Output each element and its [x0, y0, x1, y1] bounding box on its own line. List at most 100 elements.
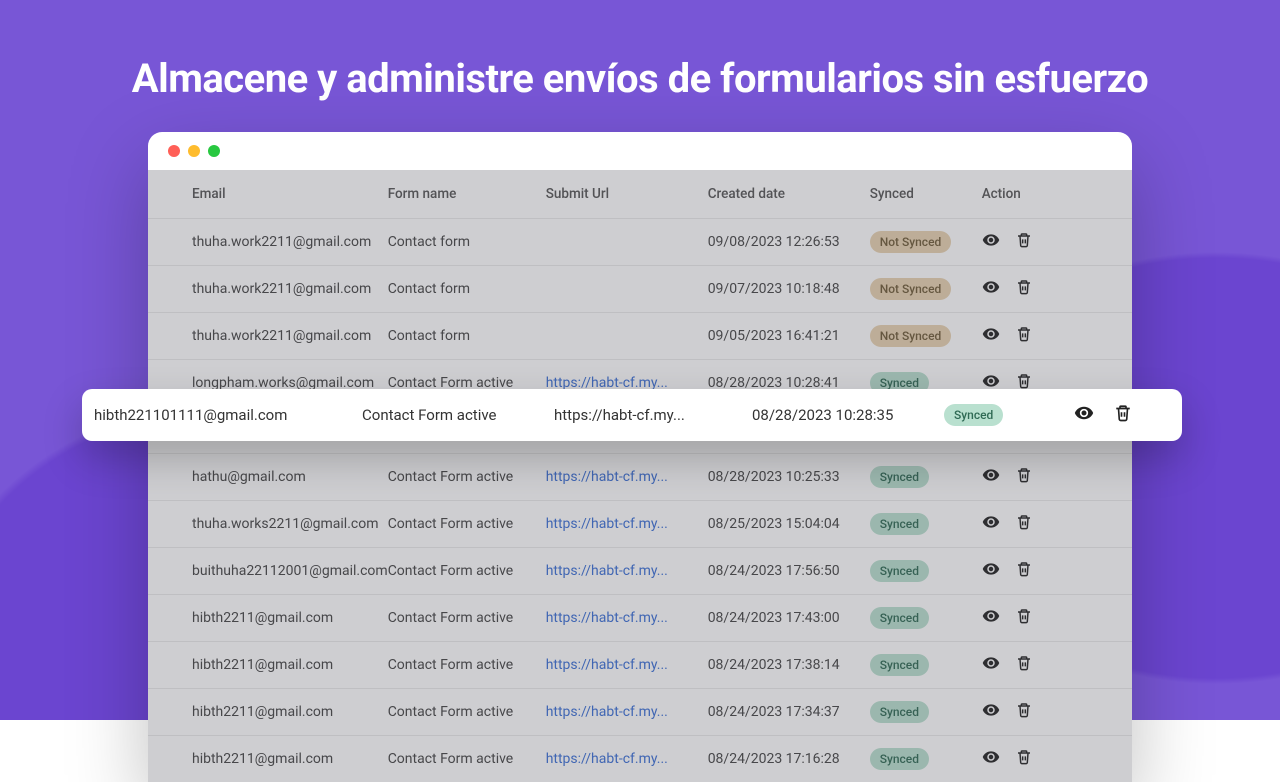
submit-url-link[interactable]: https://habt-cf.my...	[546, 469, 668, 485]
cell-email: hibth2211@gmail.com	[148, 642, 388, 689]
cell-form: Contact Form active	[388, 595, 546, 642]
cell-url	[546, 219, 708, 266]
view-icon[interactable]	[982, 231, 1000, 253]
cell-synced: Not Synced	[870, 219, 982, 266]
synced-badge: Synced	[870, 748, 929, 770]
cell-email: hibth2211@gmail.com	[148, 595, 388, 642]
view-icon[interactable]	[982, 325, 1000, 347]
delete-icon[interactable]	[1016, 467, 1032, 487]
delete-icon[interactable]	[1016, 655, 1032, 675]
col-url: Submit Url	[546, 170, 708, 219]
highlighted-row[interactable]: hibth221101111@gmail.com Contact Form ac…	[82, 389, 1182, 441]
highlighted-url[interactable]: https://habt-cf.my...	[554, 406, 752, 424]
cell-form: Contact Form active	[388, 548, 546, 595]
delete-icon[interactable]	[1016, 326, 1032, 346]
delete-icon[interactable]	[1016, 279, 1032, 299]
cell-date: 08/24/2023 17:38:14	[708, 642, 870, 689]
synced-badge: Synced	[870, 654, 929, 676]
delete-icon[interactable]	[1016, 702, 1032, 722]
table-row[interactable]: hathu@gmail.com Contact Form active http…	[148, 454, 1132, 501]
view-icon[interactable]	[1074, 403, 1094, 427]
cell-date: 09/05/2023 16:41:21	[708, 313, 870, 360]
cell-actions	[982, 219, 1132, 266]
table-header-row: Email Form name Submit Url Created date …	[148, 170, 1132, 219]
table-row[interactable]: thuha.work2211@gmail.com Contact form 09…	[148, 313, 1132, 360]
submit-url-link[interactable]: https://habt-cf.my...	[546, 610, 668, 626]
cell-synced: Synced	[870, 689, 982, 736]
cell-synced: Synced	[870, 595, 982, 642]
highlighted-email: hibth221101111@gmail.com	[82, 406, 362, 424]
cell-date: 08/24/2023 17:43:00	[708, 595, 870, 642]
delete-icon[interactable]	[1016, 561, 1032, 581]
cell-synced: Synced	[870, 548, 982, 595]
cell-actions	[982, 501, 1132, 548]
cell-date: 09/07/2023 10:18:48	[708, 266, 870, 313]
cell-email: thuha.work2211@gmail.com	[148, 219, 388, 266]
cell-email: thuha.work2211@gmail.com	[148, 313, 388, 360]
col-action: Action	[982, 170, 1132, 219]
col-email: Email	[148, 170, 388, 219]
cell-url: https://habt-cf.my...	[546, 736, 708, 782]
window-titlebar	[148, 132, 1132, 170]
view-icon[interactable]	[982, 466, 1000, 488]
view-icon[interactable]	[982, 748, 1000, 770]
delete-icon[interactable]	[1016, 749, 1032, 769]
delete-icon[interactable]	[1016, 608, 1032, 628]
window-minimize-dot[interactable]	[188, 145, 200, 157]
cell-url: https://habt-cf.my...	[546, 548, 708, 595]
cell-form: Contact form	[388, 266, 546, 313]
submit-url-link[interactable]: https://habt-cf.my...	[546, 704, 668, 720]
delete-icon[interactable]	[1114, 404, 1132, 426]
cell-actions	[982, 595, 1132, 642]
not-synced-badge: Not Synced	[870, 231, 952, 253]
table-row[interactable]: buithuha22112001@gmail.com Contact Form …	[148, 548, 1132, 595]
cell-synced: Synced	[870, 736, 982, 782]
cell-date: 08/28/2023 10:25:33	[708, 454, 870, 501]
table-row[interactable]: hibth2211@gmail.com Contact Form active …	[148, 689, 1132, 736]
view-icon[interactable]	[982, 560, 1000, 582]
cell-actions	[982, 689, 1132, 736]
synced-badge: Synced	[870, 560, 929, 582]
submit-url-link[interactable]: https://habt-cf.my...	[546, 563, 668, 579]
cell-synced: Synced	[870, 501, 982, 548]
cell-url	[546, 266, 708, 313]
cell-url: https://habt-cf.my...	[546, 642, 708, 689]
cell-form: Contact Form active	[388, 501, 546, 548]
window-maximize-dot[interactable]	[208, 145, 220, 157]
submit-url-link[interactable]: https://habt-cf.my...	[546, 657, 668, 673]
cell-email: buithuha22112001@gmail.com	[148, 548, 388, 595]
view-icon[interactable]	[982, 513, 1000, 535]
table-row[interactable]: hibth2211@gmail.com Contact Form active …	[148, 595, 1132, 642]
cell-synced: Not Synced	[870, 313, 982, 360]
submissions-table: Email Form name Submit Url Created date …	[148, 170, 1132, 782]
table-row[interactable]: thuha.work2211@gmail.com Contact form 09…	[148, 266, 1132, 313]
not-synced-badge: Not Synced	[870, 278, 952, 300]
delete-icon[interactable]	[1016, 232, 1032, 252]
cell-form: Contact Form active	[388, 642, 546, 689]
window-close-dot[interactable]	[168, 145, 180, 157]
synced-badge: Synced	[944, 404, 1003, 426]
table-row[interactable]: hibth2211@gmail.com Contact Form active …	[148, 642, 1132, 689]
cell-url: https://habt-cf.my...	[546, 595, 708, 642]
app-window: Email Form name Submit Url Created date …	[148, 132, 1132, 782]
highlighted-actions	[1074, 403, 1132, 427]
cell-email: thuha.work2211@gmail.com	[148, 266, 388, 313]
cell-form: Contact Form active	[388, 454, 546, 501]
view-icon[interactable]	[982, 278, 1000, 300]
cell-actions	[982, 548, 1132, 595]
cell-actions	[982, 454, 1132, 501]
page-title: Almacene y administre envíos de formular…	[0, 0, 1280, 102]
view-icon[interactable]	[982, 654, 1000, 676]
table-row[interactable]: thuha.work2211@gmail.com Contact form 09…	[148, 219, 1132, 266]
table-row[interactable]: thuha.works2211@gmail.com Contact Form a…	[148, 501, 1132, 548]
view-icon[interactable]	[982, 607, 1000, 629]
cell-date: 08/24/2023 17:56:50	[708, 548, 870, 595]
delete-icon[interactable]	[1016, 514, 1032, 534]
table-row[interactable]: hibth2211@gmail.com Contact Form active …	[148, 736, 1132, 782]
submit-url-link[interactable]: https://habt-cf.my...	[546, 751, 668, 767]
synced-badge: Synced	[870, 607, 929, 629]
cell-date: 08/25/2023 15:04:04	[708, 501, 870, 548]
cell-actions	[982, 266, 1132, 313]
cell-url: https://habt-cf.my...	[546, 501, 708, 548]
submit-url-link[interactable]: https://habt-cf.my...	[546, 516, 668, 532]
